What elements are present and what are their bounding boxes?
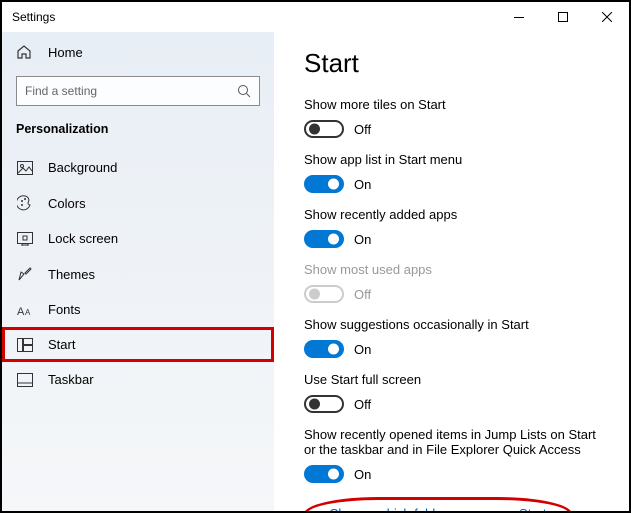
- taskbar-icon: [16, 373, 34, 387]
- toggle-suggestions[interactable]: [304, 340, 344, 358]
- sidebar-item-taskbar[interactable]: Taskbar: [2, 362, 274, 397]
- fonts-icon: AA: [16, 303, 34, 317]
- svg-text:A: A: [25, 308, 31, 317]
- setting-recent-items: Show recently opened items in Jump Lists…: [304, 427, 607, 483]
- setting-most-used: Show most used apps Off: [304, 262, 607, 303]
- sidebar-item-themes[interactable]: Themes: [2, 256, 274, 292]
- sidebar-item-colors[interactable]: Colors: [2, 185, 274, 221]
- toggle-state: On: [354, 467, 371, 482]
- toggle-recent-items[interactable]: [304, 465, 344, 483]
- themes-icon: [16, 266, 34, 282]
- toggle-fullscreen[interactable]: [304, 395, 344, 413]
- minimize-button[interactable]: [497, 2, 541, 32]
- sidebar-item-lockscreen[interactable]: Lock screen: [2, 221, 274, 256]
- lock-screen-icon: [16, 232, 34, 246]
- sidebar-item-label: Start: [48, 337, 75, 352]
- toggle-state: Off: [354, 397, 371, 412]
- setting-label: Show most used apps: [304, 262, 607, 277]
- sidebar-item-label: Lock screen: [48, 231, 118, 246]
- setting-label: Show app list in Start menu: [304, 152, 607, 167]
- sidebar: Home Find a setting Personalization Back…: [2, 32, 274, 511]
- maximize-button[interactable]: [541, 2, 585, 32]
- setting-label: Show more tiles on Start: [304, 97, 607, 112]
- link-highlight: Choose which folders appear on Start: [304, 497, 572, 511]
- palette-icon: [16, 195, 34, 211]
- search-icon: [237, 84, 251, 98]
- titlebar: Settings: [2, 2, 629, 32]
- close-button[interactable]: [585, 2, 629, 32]
- setting-label: Show recently opened items in Jump Lists…: [304, 427, 607, 457]
- setting-label: Use Start full screen: [304, 372, 607, 387]
- sidebar-item-start[interactable]: Start: [2, 327, 274, 362]
- start-icon: [16, 338, 34, 352]
- setting-label: Show recently added apps: [304, 207, 607, 222]
- sidebar-item-label: Colors: [48, 196, 86, 211]
- home-label: Home: [48, 45, 83, 60]
- search-input[interactable]: Find a setting: [16, 76, 260, 106]
- sidebar-item-fonts[interactable]: AA Fonts: [2, 292, 274, 327]
- content-pane: Start Show more tiles on Start Off Show …: [274, 32, 629, 511]
- sidebar-item-label: Background: [48, 160, 117, 175]
- toggle-recently-added[interactable]: [304, 230, 344, 248]
- sidebar-item-background[interactable]: Background: [2, 150, 274, 185]
- svg-text:A: A: [17, 306, 25, 317]
- toggle-state: On: [354, 342, 371, 357]
- sidebar-item-label: Taskbar: [48, 372, 94, 387]
- sidebar-item-label: Fonts: [48, 302, 81, 317]
- setting-recently-added: Show recently added apps On: [304, 207, 607, 248]
- toggle-state: Off: [354, 287, 371, 302]
- toggle-most-used: [304, 285, 344, 303]
- toggle-state: Off: [354, 122, 371, 137]
- toggle-app-list[interactable]: [304, 175, 344, 193]
- window-title: Settings: [12, 10, 55, 24]
- setting-fullscreen: Use Start full screen Off: [304, 372, 607, 413]
- sidebar-item-label: Themes: [48, 267, 95, 282]
- section-label: Personalization: [2, 122, 274, 150]
- setting-app-list: Show app list in Start menu On: [304, 152, 607, 193]
- page-title: Start: [304, 48, 607, 79]
- home-icon: [16, 44, 34, 60]
- toggle-state: On: [354, 232, 371, 247]
- image-icon: [16, 161, 34, 175]
- setting-label: Show suggestions occasionally in Start: [304, 317, 607, 332]
- home-button[interactable]: Home: [2, 36, 274, 68]
- toggle-state: On: [354, 177, 371, 192]
- setting-more-tiles: Show more tiles on Start Off: [304, 97, 607, 138]
- search-placeholder: Find a setting: [25, 84, 97, 98]
- choose-folders-link[interactable]: Choose which folders appear on Start: [329, 506, 547, 511]
- toggle-more-tiles[interactable]: [304, 120, 344, 138]
- setting-suggestions: Show suggestions occasionally in Start O…: [304, 317, 607, 358]
